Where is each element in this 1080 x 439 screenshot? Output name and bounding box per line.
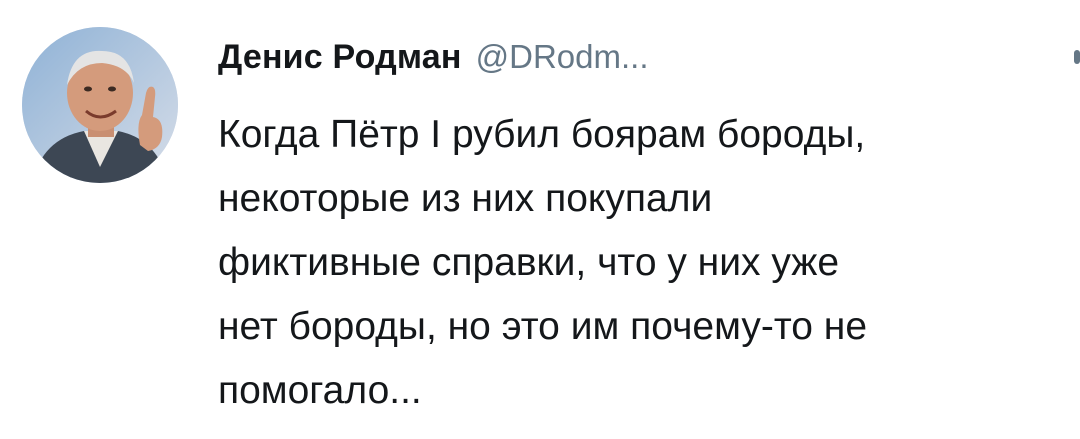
tweet-text: Когда Пётр I рубил боярам бороды, некото… [218,103,1058,423]
avatar[interactable] [22,27,178,183]
tweet-header: Денис Родман @DRodm... [218,38,649,88]
more-options-icon[interactable] [1074,50,1080,64]
tweet-card[interactable]: Денис Родман @DRodm... Когда Пётр I руби… [0,0,1080,439]
user-avatar-icon [22,27,178,183]
tweet-text-line: фиктивные справки, что у них уже [218,241,840,284]
tweet-text-line: нет бороды, но это им почему-то не [218,305,868,348]
tweet-text-line: некоторые из них покупали [218,177,713,220]
tweet-text-line: Когда Пётр I рубил боярам бороды, [218,113,866,156]
author-handle[interactable]: @DRodm... [476,38,649,76]
author-display-name[interactable]: Денис Родман [218,38,462,77]
tweet-text-line: помогало... [218,369,422,412]
